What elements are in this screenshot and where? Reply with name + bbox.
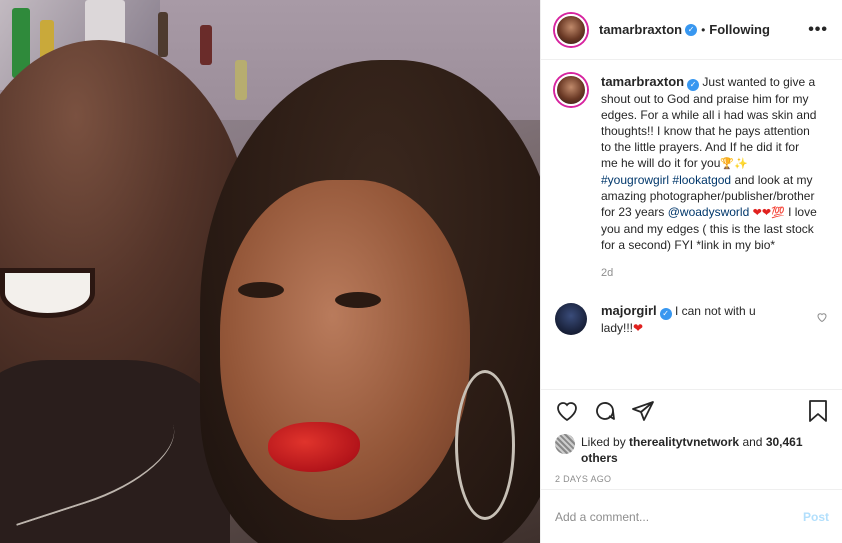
comment-input[interactable]: Add a comment... [555, 510, 649, 524]
hearts-emoji: ❤❤💯 [752, 207, 785, 219]
post-actions: Liked by therealitytvnetwork and 30,461 … [541, 389, 842, 484]
bookmark-icon[interactable] [807, 399, 829, 426]
post-button[interactable]: Post [803, 510, 829, 524]
verified-icon: ✓ [685, 23, 698, 36]
heart-icon[interactable] [555, 399, 579, 426]
comment-like-icon[interactable] [816, 311, 828, 326]
likes-prefix: Liked by [581, 435, 626, 449]
likes-and: and [742, 435, 763, 449]
comments-section: tamarbraxton ✓ Just wanted to give a shou… [541, 60, 842, 390]
likes-summary: Liked by therealitytvnetwork and 30,461 … [555, 434, 829, 466]
avatar[interactable] [555, 74, 587, 106]
post-date[interactable]: 2 DAYS AGO [555, 474, 829, 484]
header-username[interactable]: tamarbraxton [599, 22, 682, 37]
caption-text: Just wanted to give a shout out to God a… [601, 75, 817, 170]
caption: tamarbraxton ✓ Just wanted to give a shou… [555, 74, 828, 281]
caption-username[interactable]: tamarbraxton [601, 74, 684, 89]
liker-avatar[interactable] [555, 434, 575, 454]
hashtag-link[interactable]: #yougrowgirl [601, 173, 669, 187]
post-header: tamarbraxton ✓ • Following ••• [541, 0, 842, 60]
avatar[interactable] [555, 303, 587, 335]
verified-icon: ✓ [687, 79, 700, 91]
post-photo[interactable] [0, 0, 540, 543]
separator: • [701, 22, 706, 37]
comment-icon[interactable] [593, 399, 617, 426]
liker-username[interactable]: therealitytvnetwork [629, 435, 739, 449]
following-button[interactable]: Following [709, 22, 770, 37]
avatar[interactable] [555, 13, 587, 46]
comment-username[interactable]: majorgirl [601, 303, 657, 318]
add-comment-bar: Add a comment... Post [541, 489, 842, 543]
comment-item: majorgirl ✓ I can not with u lady!!!❤ [555, 303, 828, 336]
mention-link[interactable]: @woadysworld [668, 205, 750, 219]
share-icon[interactable] [631, 399, 655, 426]
more-icon[interactable]: ••• [808, 21, 828, 39]
hashtag-link[interactable]: #lookatgod [672, 173, 731, 187]
caption-timestamp[interactable]: 2d [601, 265, 817, 281]
post-viewer: tamarbraxton ✓ • Following ••• tamarbrax… [0, 0, 842, 543]
post-side-panel: tamarbraxton ✓ • Following ••• tamarbrax… [540, 0, 842, 543]
verified-icon: ✓ [659, 308, 672, 320]
heart-emoji: ❤ [633, 321, 644, 335]
trophy-sparkle-emoji: 🏆✨ [720, 158, 748, 170]
